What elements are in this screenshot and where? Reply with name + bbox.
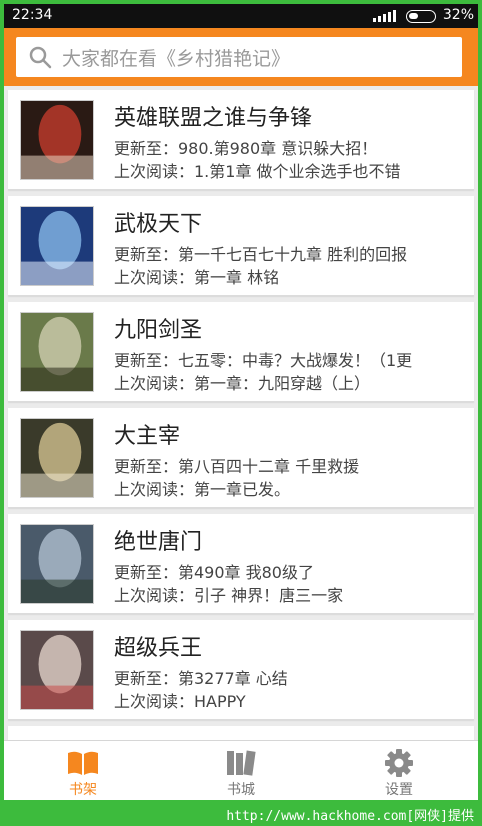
- book-cover: [20, 630, 94, 710]
- book-title: 武极天下: [114, 212, 203, 237]
- gear-icon: [385, 749, 413, 777]
- watermark: http://www.hackhome.com[网侠]提供: [0, 800, 482, 826]
- book-title: 超级兵王: [114, 636, 203, 661]
- book-update: 更新至：第3277章 心结: [114, 669, 288, 688]
- book-update: 更新至：第490章 我80级了: [114, 563, 314, 582]
- tab-bookstore[interactable]: 书城: [162, 741, 320, 805]
- book-item[interactable]: 绝世唐门更新至：第490章 我80级了上次阅读：引子 神界！唐三一家: [8, 514, 474, 614]
- book-cover: [20, 206, 94, 286]
- book-update: 更新至：第一千七百七十九章 胜利的回报: [114, 245, 408, 264]
- bookshelf-icon: [68, 751, 98, 775]
- search-input[interactable]: 大家都在看《乡村猎艳记》: [16, 37, 462, 77]
- bookshelf-list: 英雄联盟之谁与争锋更新至：980.第980章 意识躲大招！ 上次阅读：1.第1章 …: [4, 90, 478, 740]
- search-placeholder: 大家都在看《乡村猎艳记》: [62, 47, 291, 70]
- book-last-read: 上次阅读：第一章 林铭: [114, 268, 280, 287]
- battery-icon: [406, 10, 436, 23]
- book-cover: [20, 312, 94, 392]
- tab-settings-label: 设置: [385, 782, 413, 798]
- book-item[interactable]: 超级兵王更新至：第3277章 心结 上次阅读：HAPPY: [8, 620, 474, 720]
- search-header: 大家都在看《乡村猎艳记》: [4, 28, 478, 86]
- book-cover: [20, 524, 94, 604]
- watermark-text: http://www.hackhome.com[网侠]提供: [226, 809, 474, 824]
- book-title: 绝世唐门: [114, 530, 203, 555]
- bookstore-icon: [227, 750, 256, 776]
- book-title: 英雄联盟之谁与争锋: [114, 106, 313, 131]
- book-item[interactable]: 英雄联盟之谁与争锋更新至：980.第980章 意识躲大招！ 上次阅读：1.第1章 …: [8, 90, 474, 190]
- search-icon: [29, 46, 52, 69]
- book-last-read: 上次阅读：1.第1章 做个业余选手也不错: [114, 162, 401, 181]
- book-update: 更新至：七五零：中毒？大战爆发！（1更: [114, 351, 413, 370]
- signal-icon: [373, 10, 396, 22]
- status-bar: 22:34 32%: [4, 4, 478, 28]
- book-cover: [20, 100, 94, 180]
- book-item[interactable]: 九阳剑圣更新至：七五零：中毒？大战爆发！（1更 上次阅读：第一章：九阳穿越（上）: [8, 302, 474, 402]
- book-update: 更新至：980.第980章 意识躲大招！: [114, 139, 378, 158]
- tab-bookshelf-label: 书架: [69, 782, 97, 798]
- book-title: 大主宰: [114, 424, 181, 449]
- book-last-read: 上次阅读：第一章：九阳穿越（上）: [114, 374, 371, 393]
- bottom-nav: 书架 书城 设置: [4, 740, 478, 804]
- tab-settings[interactable]: 设置: [320, 741, 478, 805]
- book-last-read: 上次阅读：第一章已发。: [114, 480, 291, 499]
- book-cover: [20, 418, 94, 498]
- book-item-partial[interactable]: [8, 726, 474, 740]
- book-last-read: 上次阅读：引子 神界！唐三一家: [114, 586, 344, 605]
- book-title: 九阳剑圣: [114, 318, 203, 343]
- book-last-read: 上次阅读：HAPPY: [114, 692, 246, 711]
- app-frame: 22:34 32% 大家都在看《乡村猎艳记》 英雄联盟之谁与争锋更新至：980.…: [0, 0, 482, 826]
- tab-bookshelf[interactable]: 书架: [4, 741, 162, 805]
- battery-percent: 32%: [442, 7, 474, 23]
- status-time: 22:34: [12, 7, 53, 23]
- book-update: 更新至：第八百四十二章 千里救援: [114, 457, 360, 476]
- book-item[interactable]: 大主宰更新至：第八百四十二章 千里救援 上次阅读：第一章已发。: [8, 408, 474, 508]
- tab-bookstore-label: 书城: [227, 782, 255, 798]
- book-item[interactable]: 武极天下更新至：第一千七百七十九章 胜利的回报 上次阅读：第一章 林铭: [8, 196, 474, 296]
